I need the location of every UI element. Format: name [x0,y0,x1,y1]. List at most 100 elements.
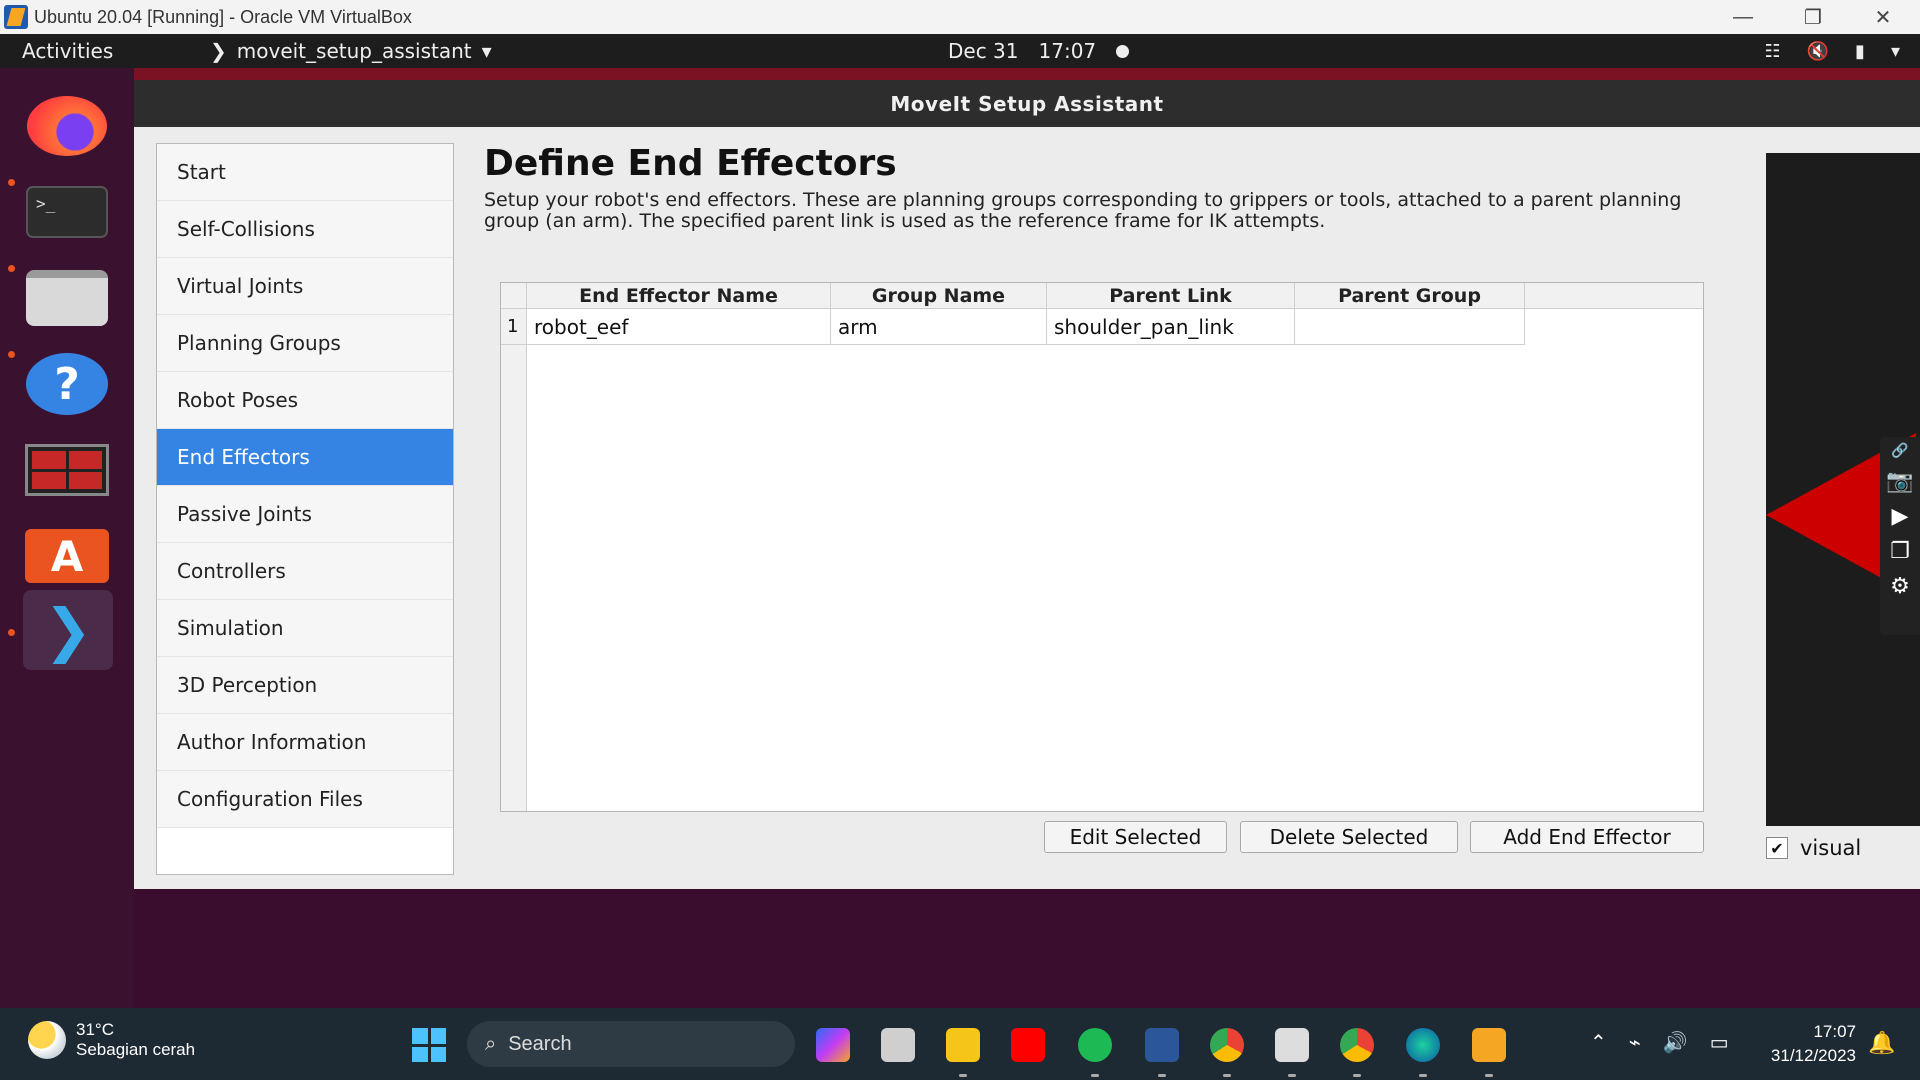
wifi-icon[interactable]: ⌁ [1629,1030,1641,1055]
app-chevron-icon: ❯ [210,39,227,63]
cell-parent-group[interactable] [1295,309,1525,345]
virtualbox-vm-icon[interactable] [1472,1028,1506,1062]
end-effector-table[interactable]: End Effector Name Group Name Parent Link… [500,282,1704,812]
temperature: 31°C [76,1020,114,1039]
chrome-icon[interactable] [1210,1028,1244,1062]
dropdown-arrow-icon: ▾ [481,39,492,63]
menu-arrow-icon[interactable]: ▾ [1891,41,1900,62]
ubuntu-top-bar: Activities ❯ moveit_setup_assistant ▾ De… [0,34,1920,68]
video-icon[interactable]: ▶ [1892,504,1909,529]
help-icon: ? [26,353,108,415]
nav-configuration-files[interactable]: Configuration Files [157,771,453,828]
camera-icon[interactable]: 📷 [1886,469,1913,494]
speaker-icon[interactable]: 🔊 [1663,1030,1688,1055]
setup-nav: Start Self-Collisions Virtual Joints Pla… [156,143,454,875]
task-view-icon[interactable] [881,1028,915,1062]
spotify-icon[interactable] [1078,1028,1112,1062]
weather-partly-cloudy-icon [28,1021,66,1059]
add-end-effector-button[interactable]: Add End Effector [1470,821,1704,853]
edit-selected-button[interactable]: Edit Selected [1044,821,1227,853]
taskbar-search[interactable]: ⌕ Search [467,1021,795,1067]
link-icon[interactable]: 🔗 [1891,443,1908,459]
network-icon[interactable]: ☷ [1764,41,1780,62]
cell-parent-link[interactable]: shoulder_pan_link [1047,309,1295,345]
page-description: Setup your robot's end effectors. These … [484,189,1682,232]
notification-bell-icon[interactable]: 🔔 [1868,1030,1895,1056]
visual-toggle[interactable]: ✔ visual [1766,836,1861,860]
app-window-title: MoveIt Setup Assistant [890,91,1164,116]
weather-widget[interactable]: 31°C Sebagian cerah [28,1020,195,1060]
chrome-profile-icon[interactable] [1340,1028,1374,1062]
nav-virtual-joints[interactable]: Virtual Joints [157,258,453,315]
taskbar-date: 31/12/2023 [1770,1046,1856,1065]
app-menu[interactable]: ❯ moveit_setup_assistant ▾ [210,39,492,63]
nav-robot-poses[interactable]: Robot Poses [157,372,453,429]
nav-self-collisions[interactable]: Self-Collisions [157,201,453,258]
col-parent-group[interactable]: Parent Group [1295,283,1525,308]
dock-files[interactable] [22,260,112,336]
virtualbox-logo-icon [4,5,28,29]
time-label: 17:07 [1038,39,1097,63]
moveit-icon: ❯ [23,590,113,670]
window-accent-bar [134,68,1920,80]
cell-end-effector-name[interactable]: robot_eef [527,309,831,345]
nav-3d-perception[interactable]: 3D Perception [157,657,453,714]
battery-icon[interactable]: ▭ [1710,1030,1729,1055]
file-explorer-icon[interactable] [946,1028,980,1062]
dock-help[interactable]: ? [22,346,112,422]
close-button[interactable]: ✕ [1855,0,1911,34]
youtube-icon[interactable] [1011,1028,1045,1062]
windows-start-icon[interactable] [412,1028,446,1062]
windows-icon[interactable]: ❐ [1890,539,1910,564]
volume-muted-icon[interactable]: 🔇 [1807,41,1829,62]
system-tray[interactable]: ☷ 🔇 ▮ ▾ [1764,41,1900,62]
nav-controllers[interactable]: Controllers [157,543,453,600]
files-icon [26,270,108,326]
col-group-name[interactable]: Group Name [831,283,1047,308]
clock[interactable]: Dec 31 17:07 [948,39,1130,63]
content-header: Define End Effectors Setup your robot's … [484,143,1694,232]
nav-simulation[interactable]: Simulation [157,600,453,657]
dock-moveit[interactable]: ❯ [8,590,128,670]
running-indicator [1485,1074,1493,1077]
nav-planning-groups[interactable]: Planning Groups [157,315,453,372]
word-icon[interactable] [1145,1028,1179,1062]
viz-toolbar: 🔗 📷 ▶ ❐ ⚙ [1880,437,1920,635]
vbox-window-title: Ubuntu 20.04 [Running] - Oracle VM Virtu… [34,6,412,27]
delete-selected-button[interactable]: Delete Selected [1240,821,1458,853]
running-indicator [1419,1074,1427,1077]
terminal-icon: >_ [26,186,108,238]
dock-rviz[interactable] [22,432,112,508]
page-title: Define End Effectors [484,143,897,184]
virtualbox-cube-icon[interactable] [1275,1028,1309,1062]
chevron-up-icon[interactable]: ⌃ [1590,1030,1607,1055]
cell-group-name[interactable]: arm [831,309,1047,345]
dock-software[interactable]: A [22,518,112,594]
col-end-effector-name[interactable]: End Effector Name [527,283,831,308]
app-titlebar: MoveIt Setup Assistant [134,80,1920,127]
running-indicator [1288,1074,1296,1077]
minimize-button[interactable]: — [1715,0,1771,34]
running-indicator [8,265,15,272]
nav-end-effectors[interactable]: End Effectors [157,429,453,486]
edge-icon[interactable] [1406,1028,1440,1062]
nav-start[interactable]: Start [157,144,453,201]
table-row[interactable]: 1 robot_eef arm shoulder_pan_link [501,309,1703,345]
taskbar-clock[interactable]: 17:07 31/12/2023 [1760,1020,1856,1068]
dock-terminal[interactable]: >_ [22,174,112,250]
col-parent-link[interactable]: Parent Link [1047,283,1295,308]
gear-icon[interactable]: ⚙ [1890,574,1910,599]
copilot-icon[interactable] [816,1028,850,1062]
nav-passive-joints[interactable]: Passive Joints [157,486,453,543]
dock-firefox[interactable] [22,88,112,164]
nav-author-information[interactable]: Author Information [157,714,453,771]
table-header: End Effector Name Group Name Parent Link… [501,283,1703,309]
running-indicator [1091,1074,1099,1077]
visual-checkbox[interactable]: ✔ [1766,837,1788,859]
activities-button[interactable]: Activities [22,39,113,63]
rviz-icon [25,444,109,496]
running-indicator [8,351,15,358]
battery-icon[interactable]: ▮ [1855,41,1865,62]
windows-system-tray[interactable]: ⌃ ⌁ 🔊 ▭ [1590,1030,1729,1055]
restore-button[interactable]: ❐ [1785,0,1841,34]
